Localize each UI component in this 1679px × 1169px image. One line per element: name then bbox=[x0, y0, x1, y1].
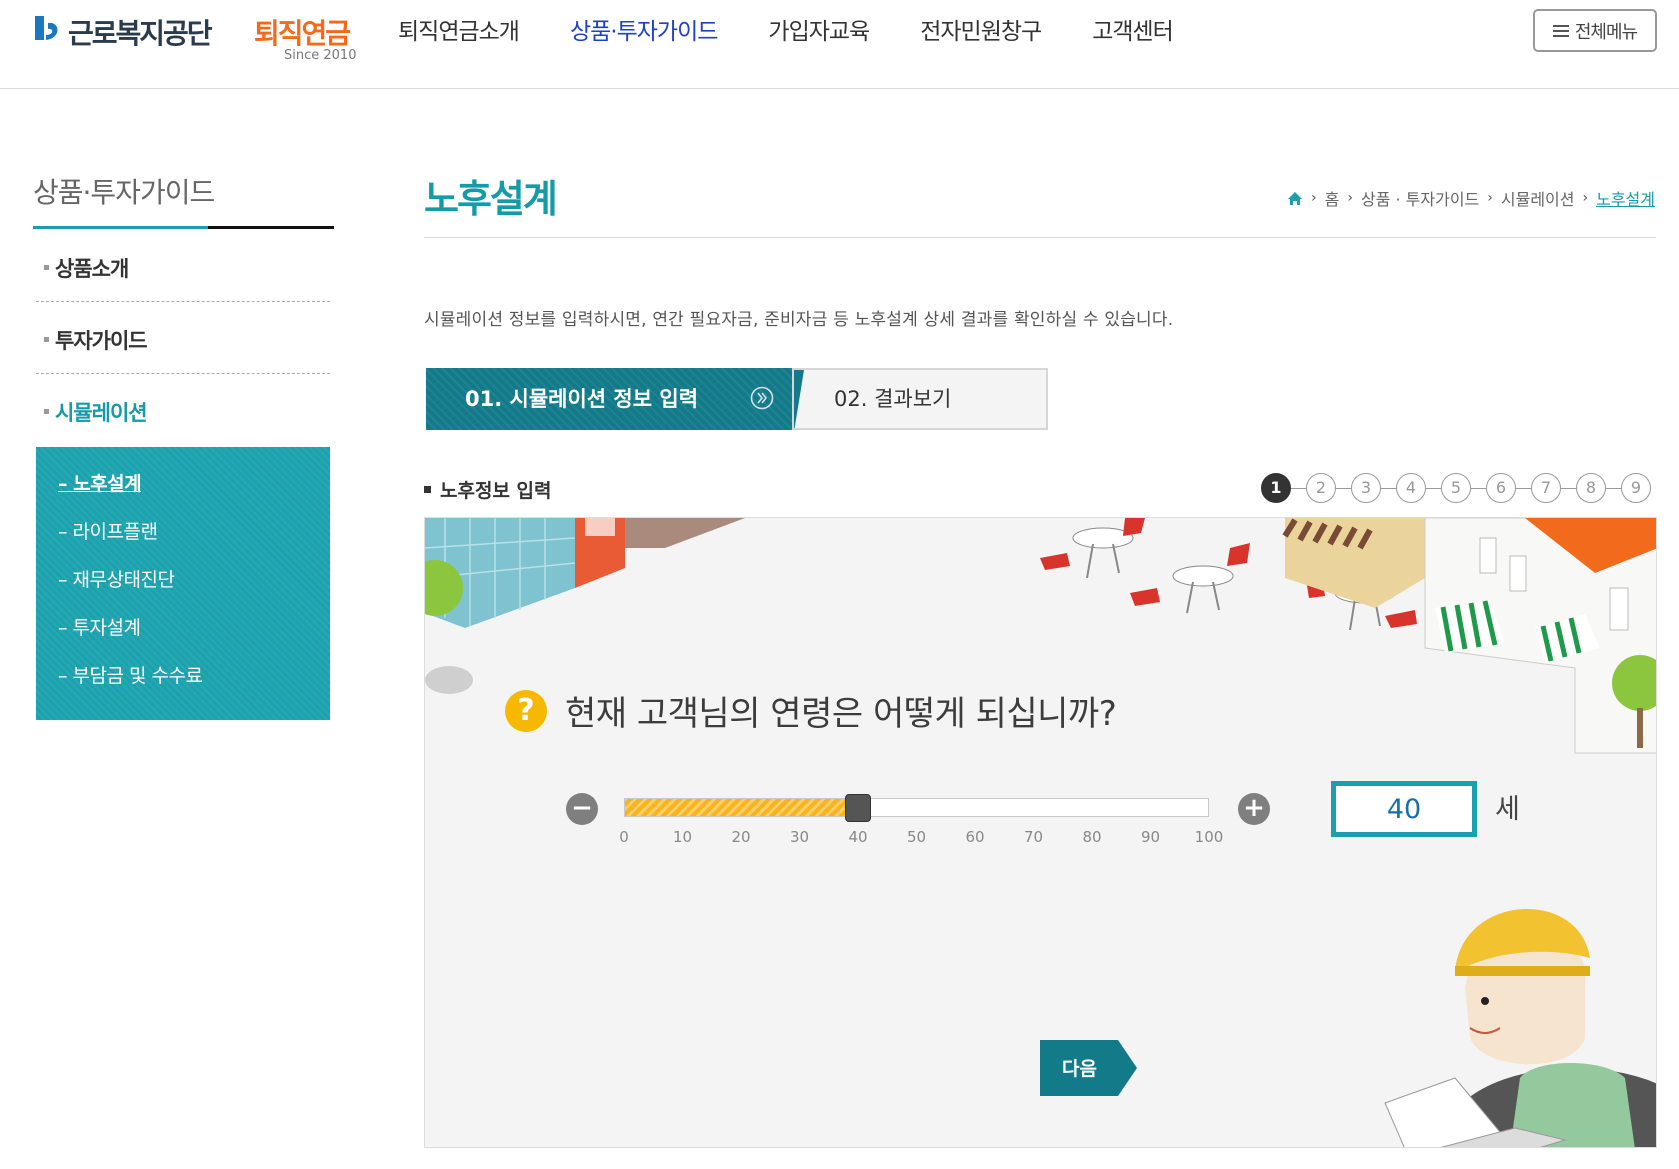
age-input[interactable] bbox=[1331, 781, 1477, 837]
question-pager: 1 2 3 4 5 6 7 8 9 bbox=[1261, 473, 1651, 503]
pager-connector bbox=[1381, 487, 1396, 489]
sidebar-divider bbox=[36, 373, 330, 374]
tick-label: 30 bbox=[789, 828, 810, 846]
breadcrumb: › 홈 › 상품 · 투자가이드 › 시뮬레이션 › 노후설계 bbox=[1287, 186, 1655, 210]
title-divider bbox=[424, 237, 1656, 238]
home-icon[interactable] bbox=[1287, 191, 1303, 206]
character-illustration bbox=[1384, 909, 1656, 1147]
submenu-item-investment-design[interactable]: 투자설계 bbox=[36, 613, 330, 661]
step-tab-result[interactable]: 02. 결과보기 bbox=[792, 368, 1048, 430]
chevron-right-icon: › bbox=[1582, 190, 1589, 206]
pager-connector bbox=[1516, 487, 1531, 489]
age-slider[interactable] bbox=[624, 794, 1209, 822]
submenu-item-retirement-plan[interactable]: 노후설계 bbox=[36, 469, 330, 517]
pager-step-9[interactable]: 9 bbox=[1621, 473, 1651, 503]
pager-step-4[interactable]: 4 bbox=[1396, 473, 1426, 503]
logo-product-name: 퇴직연금 bbox=[254, 17, 351, 50]
sidebar-title-underline bbox=[33, 226, 334, 229]
nav-item-product-guide[interactable]: 상품·투자가이드 bbox=[570, 16, 718, 48]
submenu-item-life-plan[interactable]: 라이프플랜 bbox=[36, 517, 330, 565]
slider-ticks: 0 10 20 30 40 50 60 70 80 90 100 bbox=[619, 828, 1223, 848]
sidebar-item-product-intro[interactable]: 상품소개 bbox=[36, 253, 330, 283]
tick-label: 100 bbox=[1194, 828, 1224, 846]
step-tabs: 01. 시뮬레이션 정보 입력 02. 결과보기 bbox=[426, 368, 1048, 430]
pager-step-5[interactable]: 5 bbox=[1441, 473, 1471, 503]
bullet-icon bbox=[44, 408, 49, 414]
chevron-right-icon: › bbox=[1487, 190, 1493, 206]
tick-label: 10 bbox=[672, 828, 693, 846]
slider-handle[interactable] bbox=[845, 794, 872, 822]
bullet-icon bbox=[44, 264, 49, 270]
tick-label: 50 bbox=[906, 828, 927, 846]
sidebar-item-investment-guide[interactable]: 투자가이드 bbox=[36, 325, 330, 355]
submenu-item-fees[interactable]: 부담금 및 수수료 bbox=[36, 661, 330, 709]
logo-org-name: 근로복지공단 bbox=[68, 17, 213, 50]
question-mark-icon: ? bbox=[505, 689, 547, 732]
pager-step-7[interactable]: 7 bbox=[1531, 473, 1561, 503]
pager-connector bbox=[1336, 487, 1351, 489]
step-tab-label: 01. 시뮬레이션 정보 입력 bbox=[465, 387, 699, 411]
hamburger-icon bbox=[1552, 24, 1569, 37]
tab-slant-divider bbox=[794, 370, 804, 428]
pager-step-1[interactable]: 1 bbox=[1261, 473, 1291, 503]
section-title: 노후정보 입력 bbox=[424, 476, 552, 503]
chevron-right-icon: › bbox=[1347, 190, 1353, 206]
pager-connector bbox=[1606, 487, 1621, 489]
chevron-right-icon: › bbox=[1311, 190, 1317, 206]
sidebar-item-label: 상품소개 bbox=[55, 257, 129, 281]
submenu-item-financial-diagnosis[interactable]: 재무상태진단 bbox=[36, 565, 330, 613]
pager-connector bbox=[1426, 487, 1441, 489]
breadcrumb-home[interactable]: 홈 bbox=[1325, 186, 1340, 210]
sidebar-title: 상품·투자가이드 bbox=[33, 176, 215, 209]
pager-connector bbox=[1471, 487, 1486, 489]
next-button[interactable]: 다음 bbox=[1040, 1040, 1137, 1096]
sidebar-item-label: 투자가이드 bbox=[55, 329, 148, 353]
sidebar-item-label: 시뮬레이션 bbox=[55, 401, 148, 425]
site-header: 근로복지공단 퇴직연금 Since 2010 퇴직연금소개 상품·투자가이드 가… bbox=[0, 0, 1679, 89]
bullet-icon bbox=[44, 336, 49, 342]
next-button-label: 다음 bbox=[1062, 1058, 1097, 1080]
tick-label: 70 bbox=[1023, 828, 1044, 846]
breadcrumb-product-guide[interactable]: 상품 · 투자가이드 bbox=[1361, 186, 1479, 210]
breadcrumb-simulation[interactable]: 시뮬레이션 bbox=[1501, 186, 1575, 210]
tick-label: 20 bbox=[731, 828, 751, 846]
site-logo[interactable]: 근로복지공단 퇴직연금 Since 2010 bbox=[32, 8, 356, 63]
all-menu-button[interactable]: 전체메뉴 bbox=[1533, 9, 1657, 52]
logo-since: Since 2010 bbox=[284, 48, 357, 63]
page-title: 노후설계 bbox=[424, 177, 558, 221]
tick-label: 90 bbox=[1140, 828, 1161, 846]
pager-step-3[interactable]: 3 bbox=[1351, 473, 1381, 503]
nav-item-pension-intro[interactable]: 퇴직연금소개 bbox=[398, 16, 520, 48]
pager-step-8[interactable]: 8 bbox=[1576, 473, 1606, 503]
question-text: 현재 고객님의 연령은 어떻게 되십니까? bbox=[565, 694, 1117, 734]
slider-fill bbox=[625, 799, 859, 816]
step-tab-input[interactable]: 01. 시뮬레이션 정보 입력 bbox=[426, 368, 792, 430]
pager-connector bbox=[1291, 487, 1306, 489]
logo-mark-icon bbox=[35, 16, 58, 40]
decrease-button[interactable]: − bbox=[566, 793, 598, 825]
step-tab-label: 02. 결과보기 bbox=[834, 387, 952, 411]
question-row: ? 현재 고객님의 연령은 어떻게 되십니까? bbox=[505, 686, 1117, 735]
increase-button[interactable]: + bbox=[1238, 793, 1270, 825]
page-description: 시뮬레이션 정보를 입력하시면, 연간 필요자금, 준비자금 등 노후설계 상세… bbox=[424, 310, 1174, 330]
all-menu-label: 전체메뉴 bbox=[1574, 21, 1638, 43]
nav-item-member-education[interactable]: 가입자교육 bbox=[768, 16, 870, 48]
nav-item-e-civil-service[interactable]: 전자민원창구 bbox=[920, 16, 1042, 48]
tick-label: 0 bbox=[619, 828, 629, 846]
breadcrumb-current[interactable]: 노후설계 bbox=[1596, 186, 1655, 210]
pager-connector bbox=[1561, 487, 1576, 489]
tick-label: 40 bbox=[848, 828, 868, 846]
pager-step-6[interactable]: 6 bbox=[1486, 473, 1516, 503]
circle-arrow-right-icon bbox=[750, 386, 774, 410]
pager-step-2[interactable]: 2 bbox=[1306, 473, 1336, 503]
main-nav: 퇴직연금소개 상품·투자가이드 가입자교육 전자민원창구 고객센터 bbox=[398, 16, 1224, 48]
tick-label: 80 bbox=[1082, 828, 1102, 846]
nav-item-customer-center[interactable]: 고객센터 bbox=[1092, 16, 1174, 48]
tick-label: 60 bbox=[965, 828, 985, 846]
age-unit: 세 bbox=[1495, 794, 1520, 825]
sidebar-divider bbox=[36, 301, 330, 302]
sidebar-item-simulation[interactable]: 시뮬레이션 bbox=[36, 397, 330, 427]
sidebar-submenu: 노후설계 라이프플랜 재무상태진단 투자설계 부담금 및 수수료 bbox=[36, 447, 330, 720]
